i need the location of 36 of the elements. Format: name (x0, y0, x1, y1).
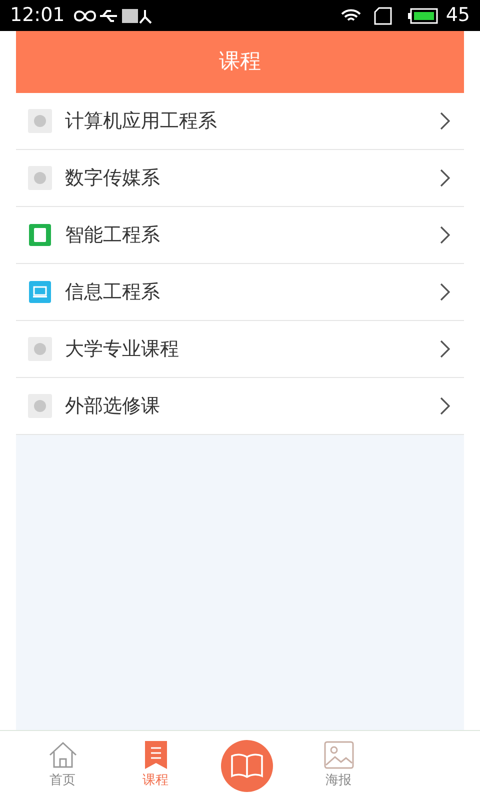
chevron-right-icon (440, 397, 450, 415)
tab[interactable]: 海报 (292, 740, 385, 790)
course-list-item[interactable]: 信息工程系 (16, 264, 464, 321)
item-label: 智能工程系 (65, 222, 161, 248)
open-book-icon (230, 752, 264, 778)
tab[interactable]: 首页 (16, 740, 109, 790)
chevron-right-icon (440, 169, 450, 187)
image-placeholder-icon (28, 166, 52, 190)
chevron-right-icon (440, 112, 450, 130)
chevron-right-icon (440, 340, 450, 358)
header-title: 课程 (219, 48, 261, 76)
chevron-right-icon (440, 226, 450, 244)
course-list-item[interactable]: 外部选修课 (16, 378, 464, 435)
clock: 12:01 (10, 3, 65, 28)
image-placeholder-icon (28, 394, 52, 418)
bookmark-list-icon (144, 740, 166, 769)
item-label: 数字传媒系 (65, 166, 161, 191)
image-placeholder-icon (28, 337, 52, 361)
course-list-item[interactable]: 智能工程系 (16, 207, 464, 264)
item-label: 大学专业课程 (65, 336, 180, 362)
image-placeholder-icon (28, 109, 52, 133)
item-label: 计算机应用工程系 (65, 108, 218, 134)
battery-level: 45 (446, 3, 470, 28)
chevron-right-icon (440, 283, 450, 301)
item-label: 外部选修课 (65, 394, 161, 419)
center-book-button[interactable] (221, 740, 273, 792)
course-list-item[interactable]: 数字传媒系 (16, 150, 464, 207)
laptop-icon (28, 280, 52, 304)
battery-icon (408, 8, 438, 24)
sim-card-icon (374, 6, 392, 24)
notebook-icon (28, 223, 52, 247)
course-list-item[interactable]: 大学专业课程 (16, 321, 464, 378)
home-icon (48, 740, 78, 769)
course-list-item[interactable]: 计算机应用工程系 (16, 93, 464, 150)
item-label: 信息工程系 (65, 280, 161, 305)
image-icon (324, 740, 354, 769)
